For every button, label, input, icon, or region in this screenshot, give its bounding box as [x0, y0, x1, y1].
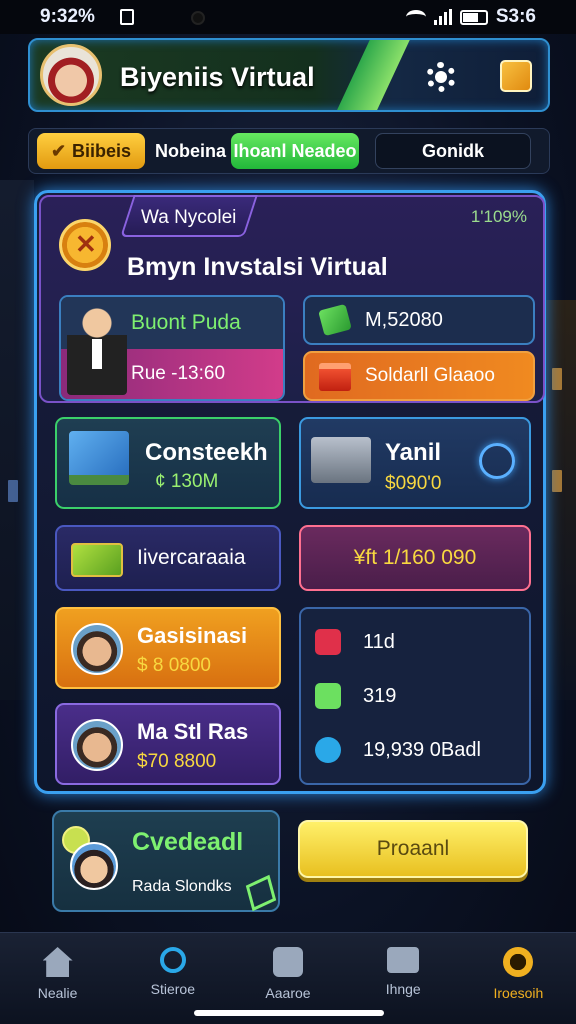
panel-tab-label: Wa Nycolei — [141, 207, 237, 228]
nav-item-nealie[interactable]: Nealie — [0, 933, 115, 1024]
apps-icon — [273, 947, 303, 977]
panel-percent: 1'109% — [470, 207, 527, 226]
window-light — [552, 368, 562, 390]
trophy-icon — [503, 947, 534, 977]
card-yanil[interactable]: Yanil $090'0 — [299, 417, 531, 509]
signal-icon — [433, 9, 452, 25]
nav-label: Aaaroe — [265, 985, 311, 1001]
card-soldarll[interactable]: Soldarll Glaaoo — [303, 351, 535, 401]
home-icon — [42, 947, 73, 977]
nav-label: Iroesoih — [493, 985, 544, 1001]
cash-stack-icon — [71, 543, 123, 577]
card-consteekh[interactable]: Consteekh ¢ 130M — [55, 417, 281, 509]
card-title: Cvedeadl — [132, 828, 244, 856]
nav-label: Nealie — [37, 985, 78, 1001]
header-accent-slash — [332, 40, 412, 110]
cube-icon — [315, 683, 341, 709]
card-value: M,52080 — [365, 308, 443, 331]
window-light — [8, 480, 18, 502]
card-iivercaraaia[interactable]: Iivercaraaia — [55, 525, 281, 591]
sim-icon — [120, 9, 134, 25]
wallet-icon[interactable] — [500, 60, 532, 92]
card-cvedeadl[interactable]: Cvedeadl Rada Slondks — [52, 810, 280, 912]
battery-icon — [459, 9, 488, 25]
status-time: 9:32% — [40, 6, 95, 27]
nav-label: Ihnge — [385, 981, 421, 997]
window-light — [552, 470, 562, 492]
tab-label: Nobeina — [155, 140, 227, 161]
tab-nobeina[interactable]: Nobeina — [155, 133, 235, 169]
status-bar: 9:32% S3:6 — [0, 0, 576, 34]
stat-row: 11d — [315, 629, 395, 655]
nav-label: Stieroe — [150, 981, 195, 997]
camera-cutout — [191, 11, 205, 25]
status-icons: S3:6 — [405, 6, 536, 28]
avatar — [70, 842, 118, 890]
avatar — [71, 623, 123, 675]
computer-icon — [69, 431, 129, 485]
clock-icon[interactable] — [479, 443, 515, 479]
status-battery-text: S3:6 — [495, 6, 536, 27]
stat-row: 19,939 0Badl — [315, 737, 481, 763]
card-money[interactable]: M,52080 — [303, 295, 535, 345]
money-icon — [318, 303, 352, 337]
card-hft[interactable]: ¥ft 1/160 090 — [299, 525, 531, 591]
tab-label: Gonidk — [422, 140, 484, 161]
card-value: ¢ 130M — [155, 471, 219, 492]
wifi-icon — [405, 10, 426, 24]
card-gasisinasi[interactable]: Gasisinasi $ 8 0800 — [55, 607, 281, 689]
investment-panel: Wa Nycolei 1'109% Bmyn Invstalsi Virtual… — [34, 190, 546, 794]
link-icon — [315, 629, 341, 655]
building-right — [546, 300, 576, 700]
card-name: Iivercaraaia — [137, 546, 246, 569]
check-icon: ✔ — [50, 140, 67, 161]
nav-item-iroesoih[interactable]: Iroesoih — [461, 933, 576, 1024]
card-name: Ma Stl Ras — [137, 719, 249, 744]
tab-ihoanl-neadeo[interactable]: Ihoanl Neadeo — [231, 133, 359, 169]
panel-title: Bmyn Invstalsi Virtual — [127, 253, 388, 281]
stat-value: 19,939 0Badl — [363, 738, 481, 761]
app-title: Biyeniis Virtual — [120, 62, 315, 92]
search-icon — [159, 947, 186, 973]
tab-label: Biibeis — [72, 140, 132, 161]
smiley-icon — [315, 737, 341, 763]
card-label: Soldarll Glaaoo — [365, 365, 495, 386]
panel-header-section: Wa Nycolei 1'109% Bmyn Invstalsi Virtual… — [39, 195, 545, 403]
player-avatar[interactable] — [40, 44, 102, 106]
safe-icon — [311, 437, 371, 483]
stat-value: 319 — [363, 684, 397, 707]
tab-gonidk[interactable]: Gonidk — [375, 133, 531, 169]
stat-row: 319 — [315, 683, 396, 709]
giftbox-icon — [319, 363, 351, 391]
coin-icon — [59, 219, 111, 271]
card-value: $70 8800 — [137, 751, 217, 772]
stats-card: 11d 319 19,939 0Badl — [299, 607, 531, 785]
card-ma-stl-ras[interactable]: Ma Stl Ras $70 8800 — [55, 703, 281, 785]
proaanl-button[interactable]: Proaanl — [298, 820, 528, 878]
card-name: Gasisinasi — [137, 623, 248, 648]
home-indicator[interactable] — [194, 1010, 384, 1016]
gear-icon[interactable] — [426, 62, 456, 92]
card-value: ¥ft 1/160 090 — [353, 546, 477, 569]
businessman-icon — [67, 305, 127, 395]
tab-biibeis[interactable]: ✔ Biibeis — [37, 133, 145, 169]
card-value: $090'0 — [385, 473, 442, 494]
stat-value: 11d — [363, 630, 395, 653]
tab-label: Ihoanl Neadeo — [233, 140, 357, 161]
building-left — [0, 180, 34, 700]
tab-bar: ✔ Biibeis Nobeina Ihoanl Neadeo Gonidk — [28, 128, 550, 174]
app-header: Biyeniis Virtual — [28, 38, 550, 112]
card-name: Yanil — [385, 439, 442, 466]
card-value: $ 8 0800 — [137, 655, 211, 676]
card-buont-puda[interactable]: Buont Puda Rue -13:60 — [59, 295, 285, 401]
avatar — [71, 719, 123, 771]
chat-icon — [387, 947, 420, 973]
arrow-icon — [245, 874, 277, 912]
card-name: Consteekh — [145, 439, 268, 466]
card-subtitle: Rada Slondks — [132, 878, 232, 895]
